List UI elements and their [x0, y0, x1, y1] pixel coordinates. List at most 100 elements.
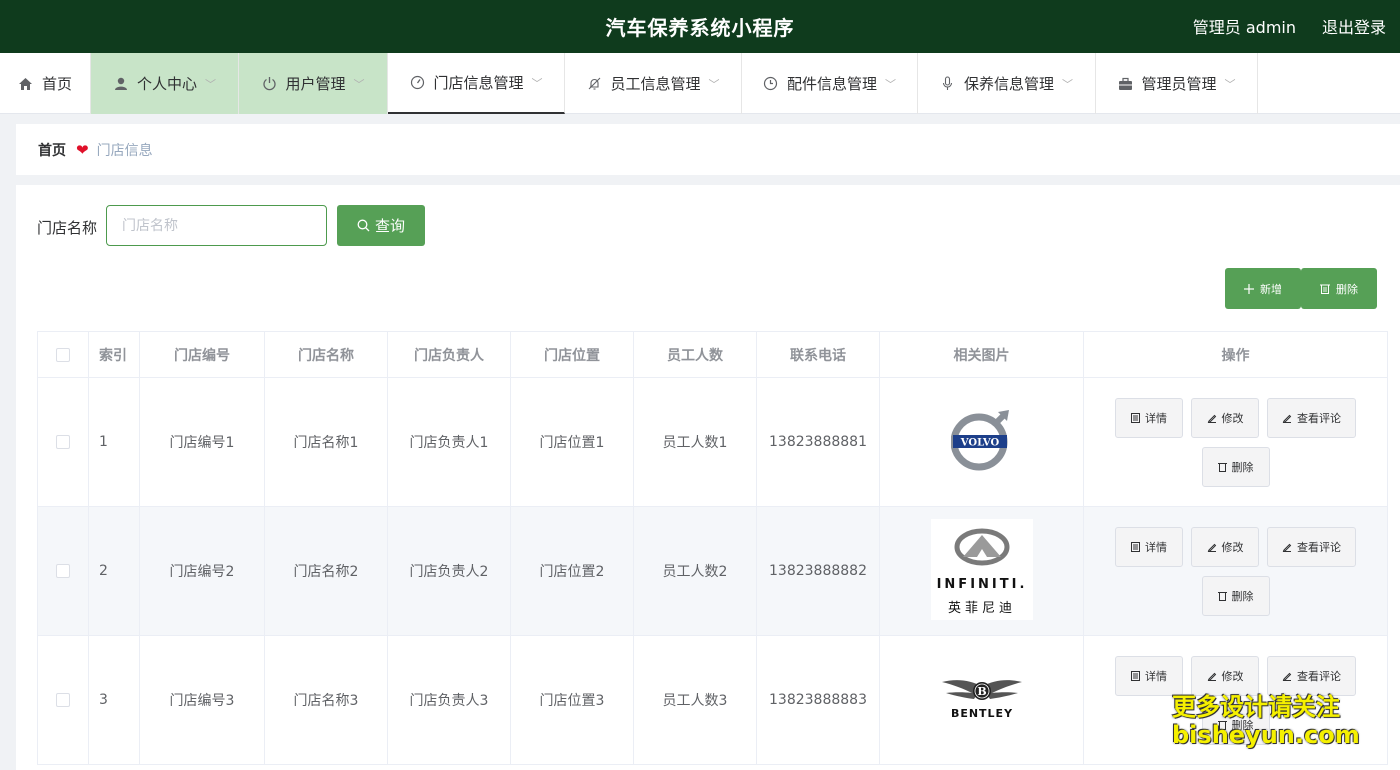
chevron-down-icon: ﹀	[885, 77, 896, 91]
logout-link[interactable]: 退出登录	[1322, 14, 1386, 38]
gauge-icon	[409, 75, 425, 91]
cell-index: 1	[88, 377, 140, 507]
cell-name: 门店名称1	[264, 377, 388, 507]
nav-user-management[interactable]: 用户管理 ﹀	[239, 53, 388, 114]
detail-button[interactable]: 详情	[1115, 655, 1183, 696]
add-button[interactable]: 新增	[1225, 268, 1301, 309]
batch-delete-button[interactable]: 删除	[1301, 268, 1377, 309]
cell-staff: 员工人数3	[633, 635, 757, 765]
trash-icon	[1217, 462, 1227, 472]
view-reviews-label: 查看评论	[1297, 669, 1341, 683]
query-button-label: 查询	[374, 217, 405, 235]
row-checkbox[interactable]	[56, 693, 70, 707]
svg-text:英菲尼迪: 英菲尼迪	[947, 601, 1015, 616]
delete-button[interactable]: 删除	[1201, 446, 1270, 487]
delete-label: 删除	[1231, 589, 1254, 603]
store-name-search-input[interactable]	[106, 205, 327, 246]
user-icon	[113, 76, 129, 92]
table-header-row: 索引 门店编号 门店名称 门店负责人 门店位置 员工人数 联系电话 相关图片 操…	[37, 331, 1388, 378]
edit-label: 修改	[1221, 540, 1244, 554]
query-button[interactable]: 查询	[337, 205, 425, 246]
svg-text:VOLVO: VOLVO	[959, 438, 999, 449]
column-header: 相关图片	[879, 331, 1084, 378]
current-user: 管理员 admin	[1192, 18, 1296, 37]
detail-button[interactable]: 详情	[1115, 526, 1183, 567]
edit-button[interactable]: 修改	[1191, 526, 1259, 567]
pencil-icon	[1207, 542, 1217, 552]
cell-name: 门店名称2	[264, 506, 388, 636]
infiniti-logo[interactable]: INFINITI. 英菲尼迪	[930, 518, 1033, 620]
column-header: 员工人数	[633, 331, 757, 378]
nav-admin-management[interactable]: 管理员管理 ﹀	[1096, 53, 1258, 114]
nav-label: 首页	[41, 75, 72, 93]
cell-index: 3	[88, 635, 140, 765]
cell-location: 门店位置2	[510, 506, 634, 636]
view-reviews-button[interactable]: 查看评论	[1267, 397, 1356, 438]
trash-icon	[1320, 283, 1330, 294]
pencil-icon	[1207, 413, 1217, 423]
select-all-checkbox[interactable]	[56, 347, 70, 362]
cell-manager: 门店负责人1	[387, 377, 511, 507]
column-header: 门店名称	[264, 331, 388, 378]
column-header: 门店位置	[510, 331, 634, 378]
bentley-logo[interactable]: B BENTLEY	[940, 673, 1024, 723]
breadcrumb-home[interactable]: 首页	[38, 140, 66, 160]
document-icon	[1131, 541, 1140, 552]
row-checkbox[interactable]	[56, 564, 70, 578]
cell-name: 门店名称3	[264, 635, 388, 765]
nav-staff-management[interactable]: 员工信息管理 ﹀	[565, 53, 742, 114]
watermark: 更多设计请关注 bisheyun.com	[1172, 693, 1360, 749]
svg-text:BENTLEY: BENTLEY	[950, 707, 1012, 720]
cell-index: 2	[88, 506, 140, 636]
nav-label: 员工信息管理	[610, 75, 701, 93]
nav-personal-center[interactable]: 个人中心 ﹀	[91, 53, 239, 114]
chevron-down-icon: ﹀	[1224, 77, 1236, 91]
cell-phone: 13823888881	[756, 377, 880, 507]
nav-parts-management[interactable]: 配件信息管理 ﹀	[742, 53, 918, 114]
cell-image: VOLVO	[879, 377, 1084, 507]
edit-label: 修改	[1221, 411, 1244, 425]
nav-store-management[interactable]: 门店信息管理 ﹀	[388, 53, 565, 114]
power-icon	[261, 76, 277, 92]
pencil-icon	[1282, 413, 1292, 423]
cell-code: 门店编号1	[139, 377, 265, 507]
batch-delete-button-label: 删除	[1336, 282, 1358, 296]
nav-label: 门店信息管理	[433, 74, 524, 92]
view-reviews-label: 查看评论	[1297, 540, 1341, 554]
top-bar: 汽车保养系统小程序 管理员 admin 退出登录	[0, 0, 1400, 53]
breadcrumb-current: 门店信息	[96, 142, 153, 159]
watermark-line-1: 更多设计请关注	[1172, 693, 1340, 721]
view-reviews-label: 查看评论	[1297, 411, 1341, 425]
row-checkbox[interactable]	[56, 435, 70, 449]
edit-button[interactable]: 修改	[1191, 655, 1259, 696]
table-row: 2 门店编号2 门店名称2 门店负责人2 门店位置2 员工人数2 1382388…	[37, 506, 1388, 636]
svg-text:B: B	[977, 685, 986, 698]
nav-maintenance-management[interactable]: 保养信息管理 ﹀	[918, 53, 1096, 114]
pencil-icon	[1207, 671, 1217, 681]
cell-location: 门店位置1	[510, 377, 634, 507]
table-row: 1 门店编号1 门店名称1 门店负责人1 门店位置1 员工人数1 1382388…	[37, 377, 1388, 507]
nav-home[interactable]: 首页	[0, 53, 91, 114]
view-reviews-button[interactable]: 查看评论	[1267, 526, 1356, 567]
briefcase-icon	[1117, 76, 1133, 92]
document-icon	[1131, 670, 1140, 681]
nav-label: 管理员管理	[1141, 75, 1217, 93]
search-icon	[357, 219, 370, 232]
column-header: 门店编号	[139, 331, 265, 378]
delete-label: 删除	[1231, 460, 1254, 474]
nav-label: 保养信息管理	[963, 75, 1054, 93]
edit-label: 修改	[1221, 669, 1244, 683]
edit-button[interactable]: 修改	[1191, 397, 1259, 438]
column-header: 联系电话	[756, 331, 880, 378]
detail-button[interactable]: 详情	[1115, 397, 1183, 438]
delete-button[interactable]: 删除	[1201, 575, 1270, 616]
volvo-logo[interactable]: VOLVO	[950, 408, 1013, 472]
cell-actions: 详情 修改 查看评论 删除	[1083, 506, 1388, 636]
cell-staff: 员工人数1	[633, 377, 757, 507]
chevron-down-icon: ﹀	[531, 76, 543, 90]
breadcrumb: 首页 ❤ 门店信息	[16, 124, 1400, 175]
column-header: 索引	[88, 331, 140, 378]
detail-label: 详情	[1145, 669, 1167, 683]
app-title: 汽车保养系统小程序	[605, 16, 795, 40]
view-reviews-button[interactable]: 查看评论	[1267, 655, 1356, 696]
